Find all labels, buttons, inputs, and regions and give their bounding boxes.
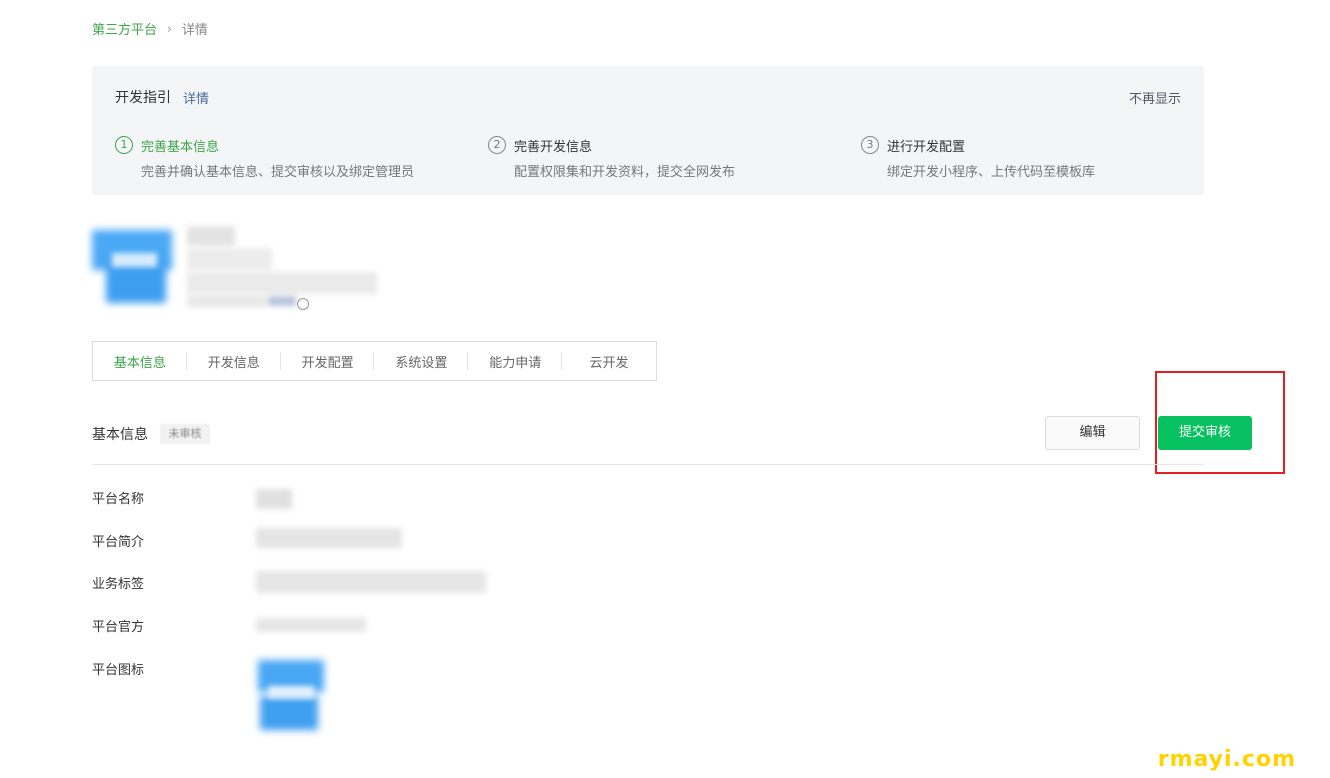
field-label-platform-official: 平台官方 xyxy=(92,620,145,635)
tab-dev-info[interactable]: 开发信息 xyxy=(187,351,281,371)
step-desc: 配置权限集和开发资料，提交全网发布 xyxy=(514,165,736,180)
chevron-right-icon: › xyxy=(167,21,172,36)
tab-capability-apply[interactable]: 能力申请 xyxy=(468,351,562,371)
field-value-redacted xyxy=(256,528,402,548)
field-label-platform-name: 平台名称 xyxy=(92,492,145,507)
field-label-business-tags: 业务标签 xyxy=(92,577,145,592)
breadcrumb-parent-link[interactable]: 第三方平台 xyxy=(92,19,157,38)
guide-hide-link[interactable]: 不再显示 xyxy=(1129,88,1181,107)
app-id-tag-redacted xyxy=(268,296,296,306)
field-value-redacted xyxy=(256,571,486,593)
guide-title: 开发指引 xyxy=(115,90,171,106)
step-desc: 完善并确认基本信息、提交审核以及绑定管理员 xyxy=(141,165,415,180)
app-id-redacted xyxy=(187,295,267,307)
breadcrumb: 第三方平台 › 详情 xyxy=(92,19,208,39)
field-label-platform-icon: 平台图标 xyxy=(92,663,145,678)
guide-detail-link[interactable]: 详情 xyxy=(183,88,209,107)
platform-icon-image xyxy=(250,656,332,736)
app-desc-redacted xyxy=(187,272,377,294)
step-number-icon: 1 xyxy=(115,136,133,154)
step-title[interactable]: 完善基本信息 xyxy=(141,136,219,155)
tab-dev-config[interactable]: 开发配置 xyxy=(281,351,375,371)
watermark-logo: rmayi.com xyxy=(1157,747,1296,772)
app-name-redacted xyxy=(187,226,235,246)
highlight-annotation xyxy=(1155,371,1285,474)
tab-basic-info[interactable]: 基本信息 xyxy=(93,351,187,371)
field-value-redacted xyxy=(256,489,292,509)
step-desc: 绑定开发小程序、上传代码至模板库 xyxy=(887,165,1096,180)
app-meta-redacted xyxy=(187,248,272,270)
breadcrumb-current: 详情 xyxy=(181,23,208,38)
tab-cloud-dev[interactable]: 云开发 xyxy=(562,352,656,371)
tab-bar: 基本信息 开发信息 开发配置 系统设置 能力申请 云开发 xyxy=(92,341,657,381)
copy-icon[interactable] xyxy=(297,298,309,310)
status-badge: 未审核 xyxy=(160,424,210,444)
field-value-redacted xyxy=(256,618,366,632)
section-title: 基本信息 xyxy=(92,427,148,443)
edit-button[interactable]: 编辑 xyxy=(1045,416,1140,450)
step-title: 进行开发配置 xyxy=(887,140,966,155)
step-title: 完善开发信息 xyxy=(514,140,593,155)
divider xyxy=(92,464,1204,465)
step-number-icon: 3 xyxy=(861,136,879,154)
dev-guide-panel: 开发指引 详情 不再显示 1 完善基本信息 完善并确认基本信息、提交审核以及绑定… xyxy=(92,66,1204,195)
field-label-platform-intro: 平台简介 xyxy=(92,535,145,550)
step-number-icon: 2 xyxy=(488,136,506,154)
app-avatar xyxy=(92,225,180,310)
tab-system-settings[interactable]: 系统设置 xyxy=(374,351,469,371)
